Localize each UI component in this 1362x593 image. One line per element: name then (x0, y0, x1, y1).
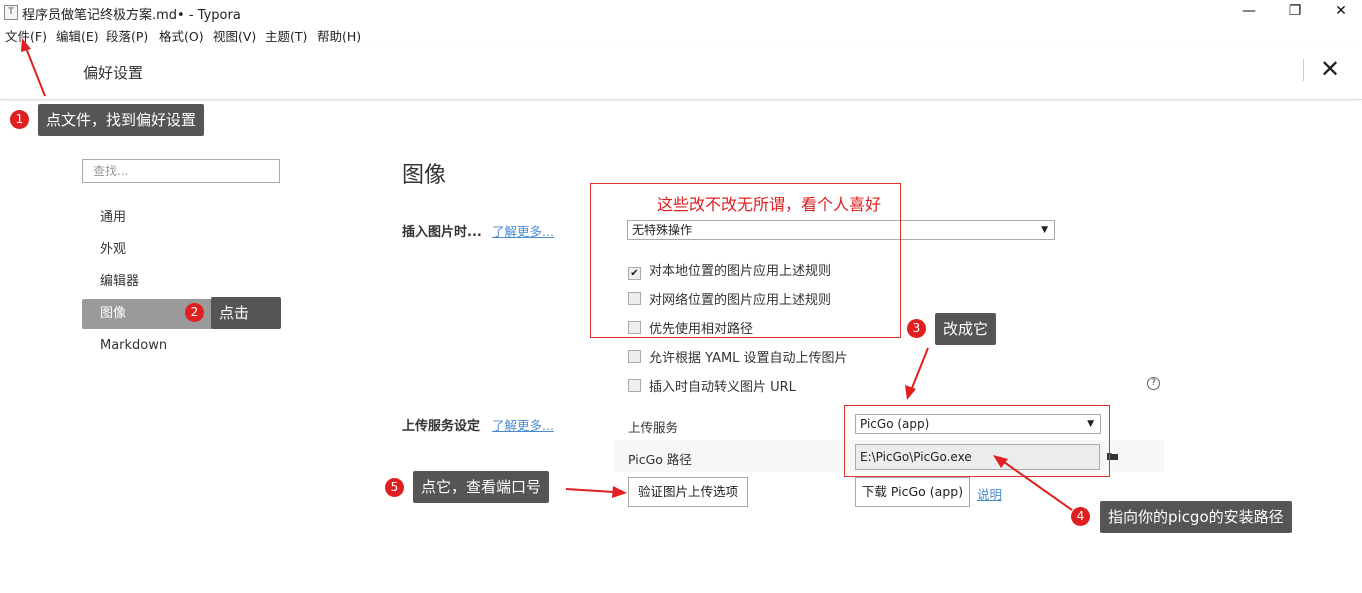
step-4-callout: 指向你的picgo的安装路径 (1100, 501, 1292, 533)
step-3-callout: 改成它 (935, 313, 997, 345)
step-1-callout: 点文件，找到偏好设置 (38, 104, 205, 136)
step-3-badge: 3 (907, 319, 926, 338)
step-5-callout: 点它，查看端口号 (413, 471, 550, 503)
step-2-badge: 2 (185, 303, 204, 322)
optional-settings-note: 这些改不改无所谓，看个人喜好 (657, 195, 882, 214)
step-4-badge: 4 (1071, 507, 1090, 526)
picgo-settings-highlight (844, 405, 1110, 477)
step-5-badge: 5 (385, 478, 404, 497)
step-2-callout: 点击 (211, 297, 281, 329)
step-1-badge: 1 (10, 110, 29, 129)
